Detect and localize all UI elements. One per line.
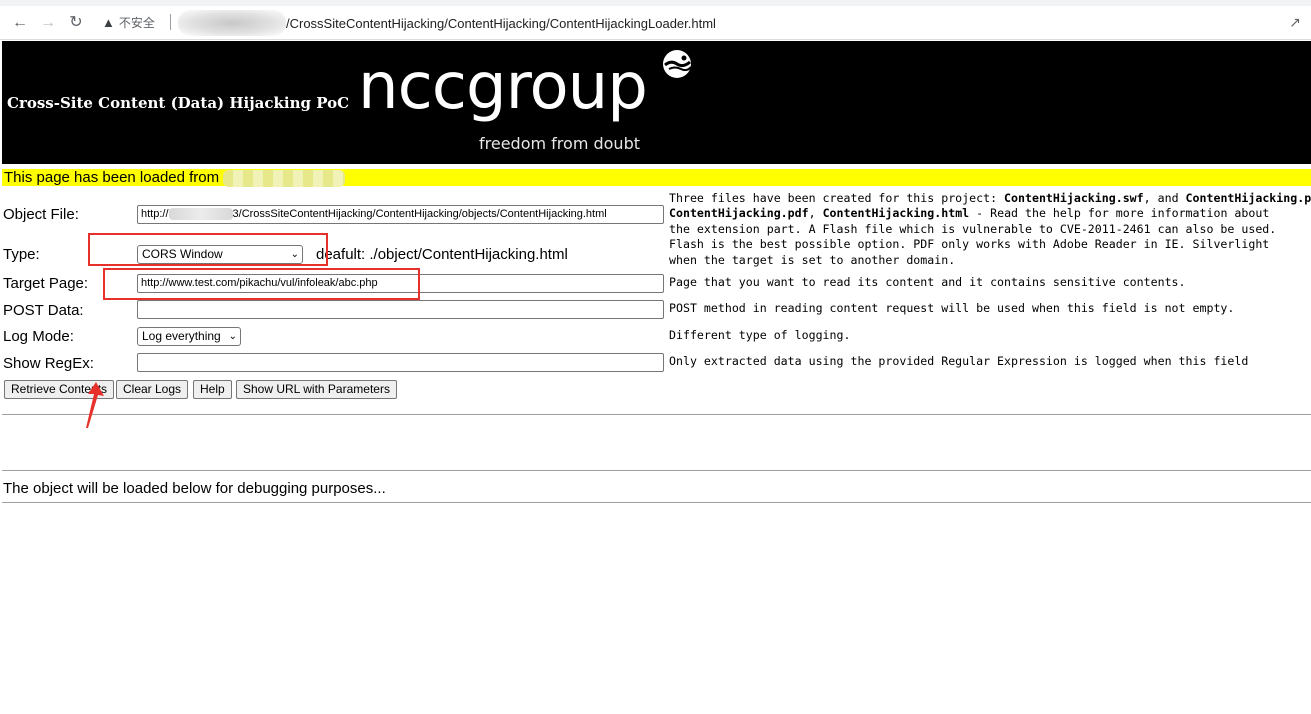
annotation-box-type	[88, 233, 328, 266]
object-help-line: ContentHijacking.pdf, ContentHijacking.h…	[669, 206, 1270, 220]
type-default-note: deafult: ./object/ContentHijacking.html	[316, 246, 568, 263]
log-mode-label: Log Mode:	[3, 328, 74, 345]
redacted-host	[178, 10, 286, 36]
tab-strip-edge	[0, 0, 1311, 6]
post-data-input[interactable]	[137, 300, 664, 319]
address-separator	[170, 14, 171, 30]
divider	[2, 414, 1311, 415]
regex-help: Only extracted data using the provided R…	[669, 354, 1249, 368]
log-mode-select[interactable]: Log everything ⌄	[137, 327, 241, 346]
post-data-label: POST Data:	[3, 302, 84, 319]
nccgroup-logo: nccgroup	[358, 50, 648, 124]
page-title: Cross-Site Content (Data) Hijacking PoC	[7, 94, 350, 112]
loaded-from-text: This page has been loaded from	[4, 169, 220, 186]
debug-note: The object will be loaded below for debu…	[3, 480, 386, 497]
show-url-button[interactable]: Show URL with Parameters	[236, 380, 397, 399]
annotation-arrow-icon	[86, 382, 104, 428]
log-mode-selected: Log everything	[142, 329, 221, 343]
swimmer-logo-icon	[663, 50, 692, 78]
clear-logs-button[interactable]: Clear Logs	[116, 380, 189, 399]
chevron-down-icon: ⌄	[228, 331, 237, 342]
warning-icon: ▲	[102, 15, 115, 30]
divider	[2, 502, 1311, 503]
security-label: 不安全	[118, 16, 155, 30]
show-regex-label: Show RegEx:	[3, 355, 94, 372]
object-file-value-suffix: 3/CrossSiteContentHijacking/ContentHijac…	[232, 208, 607, 220]
address-bar-url[interactable]: /CrossSiteContentHijacking/ContentHijack…	[286, 16, 716, 31]
logo-tagline: freedom from doubt	[479, 134, 640, 153]
log-help: Different type of logging.	[669, 328, 851, 342]
object-file-label: Object File:	[3, 206, 79, 223]
annotation-box-target	[103, 268, 420, 300]
browser-toolbar: ← → ↻ ▲ 不安全 /CrossSiteContentHijacking/C…	[0, 0, 1311, 40]
target-page-label: Target Page:	[3, 275, 89, 292]
forward-arrow-icon[interactable]: →	[38, 13, 58, 33]
object-file-input[interactable]: http:// 3/CrossSiteContentHijacking/Conte…	[137, 205, 664, 224]
object-help-line: Three files have been created for this p…	[669, 191, 1311, 205]
post-help: POST method in reading content request w…	[669, 301, 1235, 315]
loaded-from-bar: This page has been loaded from	[2, 169, 1311, 187]
header-banner: Cross-Site Content (Data) Hijacking PoC …	[2, 41, 1311, 164]
reload-icon[interactable]: ↻	[66, 13, 86, 33]
redacted-origin	[223, 169, 346, 187]
security-indicator[interactable]: ▲ 不安全	[102, 14, 155, 31]
object-help-line: Flash is the best possible option. PDF o…	[669, 237, 1270, 251]
object-file-value-prefix: http://	[141, 208, 169, 220]
object-help-line: when the target is set to another domain…	[669, 253, 956, 267]
target-help: Page that you want to read its content a…	[669, 275, 1186, 289]
object-help-line: the extension part. A Flash file which i…	[669, 222, 1277, 236]
help-button[interactable]: Help	[193, 380, 232, 399]
redacted-object-host	[168, 208, 233, 221]
show-regex-input[interactable]	[137, 353, 664, 372]
divider	[2, 470, 1311, 471]
back-arrow-icon[interactable]: ←	[10, 13, 30, 33]
type-label: Type:	[3, 246, 40, 263]
share-icon[interactable]: ↗	[1287, 14, 1303, 30]
